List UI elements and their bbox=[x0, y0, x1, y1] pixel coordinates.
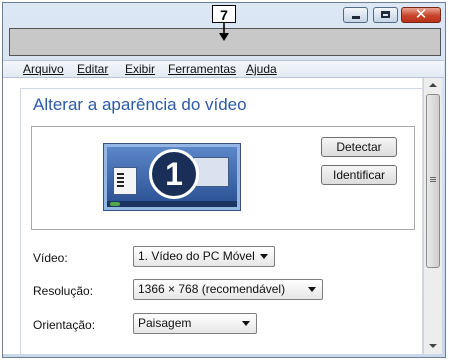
maximize-icon bbox=[381, 11, 390, 18]
close-button[interactable]: ✕ bbox=[401, 5, 441, 23]
resolution-select[interactable]: 1366 × 768 (recomendável) bbox=[133, 279, 323, 300]
content-area: Alterar a aparência do vídeo 1 Detectar … bbox=[3, 78, 425, 355]
resolution-select-value: 1366 × 768 (recomendável) bbox=[138, 282, 286, 296]
menu-item-arquivo[interactable]: Arquivo bbox=[23, 61, 64, 77]
monitor-1-icon[interactable]: 1 bbox=[104, 144, 240, 210]
identify-button[interactable]: Identificar bbox=[321, 165, 397, 185]
maximize-button[interactable] bbox=[373, 7, 398, 23]
document-thumbnail-icon bbox=[113, 167, 137, 195]
callout-number-box: 7 bbox=[212, 5, 236, 23]
monitor-number-badge: 1 bbox=[149, 149, 199, 199]
page-title: Alterar a aparência do vídeo bbox=[33, 95, 247, 114]
grip-icon bbox=[430, 177, 436, 178]
callout-arrow-icon bbox=[219, 23, 229, 41]
chevron-down-icon bbox=[260, 254, 268, 259]
scroll-up-arrow-icon[interactable] bbox=[429, 83, 437, 87]
orientation-select-value: Paisagem bbox=[138, 316, 192, 330]
detect-button[interactable]: Detectar bbox=[321, 137, 397, 157]
chevron-down-icon bbox=[242, 321, 250, 326]
video-select[interactable]: 1. Vídeo do PC Móvel bbox=[133, 246, 275, 267]
video-label: Vídeo: bbox=[33, 251, 68, 265]
menu-bar: Arquivo Editar Exibir Ferramentas Ajuda bbox=[3, 60, 444, 78]
taskbar-thumbnail bbox=[107, 201, 237, 207]
resolution-label: Resolução: bbox=[33, 284, 94, 298]
minimize-button[interactable] bbox=[343, 7, 368, 23]
menu-item-ajuda[interactable]: Ajuda bbox=[246, 61, 277, 77]
menu-item-ferramentas[interactable]: Ferramentas bbox=[168, 61, 236, 77]
minimize-icon bbox=[352, 16, 360, 19]
chevron-down-icon bbox=[308, 287, 316, 292]
close-icon: ✕ bbox=[414, 5, 428, 23]
orientation-label: Orientação: bbox=[33, 318, 96, 332]
scroll-down-arrow-icon[interactable] bbox=[429, 344, 437, 348]
menu-item-exibir[interactable]: Exibir bbox=[125, 61, 155, 77]
vertical-scrollbar[interactable] bbox=[423, 78, 442, 354]
menu-item-editar[interactable]: Editar bbox=[77, 61, 108, 77]
video-select-value: 1. Vídeo do PC Móvel bbox=[138, 249, 255, 263]
scroll-thumb[interactable] bbox=[426, 94, 440, 268]
orientation-select[interactable]: Paisagem bbox=[133, 313, 257, 334]
